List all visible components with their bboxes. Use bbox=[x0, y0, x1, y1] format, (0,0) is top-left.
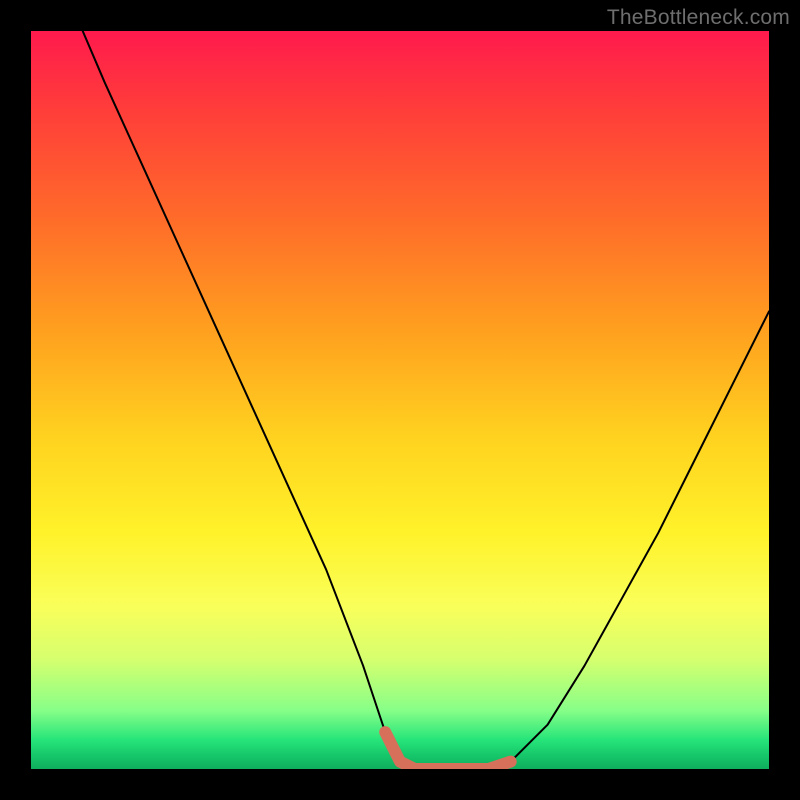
valley-highlight bbox=[385, 732, 511, 769]
chart-svg bbox=[31, 31, 769, 769]
main-curve bbox=[83, 31, 769, 769]
chart-frame: TheBottleneck.com bbox=[0, 0, 800, 800]
plot-area bbox=[31, 31, 769, 769]
watermark-text: TheBottleneck.com bbox=[607, 6, 790, 30]
